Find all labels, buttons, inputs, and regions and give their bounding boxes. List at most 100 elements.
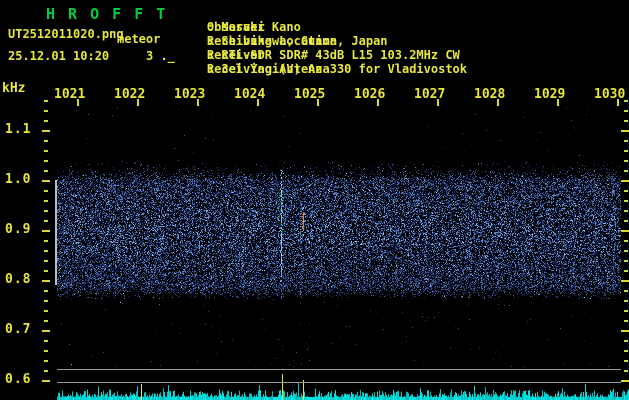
axis-tick <box>624 320 628 322</box>
axis-tick <box>137 99 139 106</box>
filename-label: UT2512011020.png <box>8 27 124 41</box>
axis-tick <box>44 160 48 162</box>
hrofft-screen: H R O F F T UT2512011020.png meteor 25.1… <box>0 0 629 400</box>
axis-tick <box>44 110 48 112</box>
info-row-observer: Observer: Masaki Kano <box>178 6 207 19</box>
axis-tick <box>44 100 48 102</box>
axis-tick <box>557 99 559 106</box>
axis-tick <box>624 260 628 262</box>
axis-tick <box>624 270 628 272</box>
separator-line-lower <box>57 382 621 383</box>
axis-tick <box>42 380 50 382</box>
axis-tick <box>44 150 48 152</box>
info-value: : Shibukawa, Gunma, Japan <box>207 34 388 48</box>
info-value: : RTL-SDR SDR# 43dB L15 103.2MHz CW <box>207 48 460 62</box>
axis-tick <box>44 190 48 192</box>
axis-tick <box>624 200 628 202</box>
info-row-location: Receiving Location: Shibukawa, Gunma, Ja… <box>178 20 207 33</box>
frequency-reference-bar <box>55 180 57 285</box>
x-tick-label: 1030 <box>594 87 625 102</box>
axis-tick <box>42 180 50 182</box>
axis-tick <box>44 340 48 342</box>
axis-tick <box>624 140 628 142</box>
axis-tick <box>624 300 628 302</box>
axis-tick <box>44 250 48 252</box>
axis-tick <box>624 100 628 102</box>
axis-tick <box>497 99 499 106</box>
axis-tick <box>44 140 48 142</box>
axis-tick <box>44 310 48 312</box>
axis-tick <box>624 210 628 212</box>
axis-tick <box>624 220 628 222</box>
info-row-receiver: Receiver: RTL-SDR SDR# 43dB L15 103.2MHz… <box>178 34 207 47</box>
x-tick-label: 1021 <box>54 87 85 102</box>
x-tick-label: 1024 <box>234 87 265 102</box>
x-tick-label: 1027 <box>414 87 445 102</box>
separator-line-upper <box>57 369 621 370</box>
axis-tick <box>42 280 50 282</box>
axis-tick <box>44 120 48 122</box>
axis-tick <box>42 330 50 332</box>
axis-tick <box>44 270 48 272</box>
x-tick-label: 1029 <box>534 87 565 102</box>
datetime-label: 25.12.01 10:20 <box>8 49 109 63</box>
axis-tick <box>77 99 79 106</box>
axis-tick <box>624 110 628 112</box>
axis-tick <box>44 370 48 372</box>
axis-tick <box>624 150 628 152</box>
axis-tick <box>42 130 50 132</box>
axis-tick <box>624 310 628 312</box>
axis-tick <box>44 170 48 172</box>
mode-label: meteor <box>117 32 160 46</box>
axis-tick <box>621 180 629 182</box>
axis-tick <box>624 370 628 372</box>
axis-tick <box>624 190 628 192</box>
y-tick-label: 1.0 <box>5 172 31 187</box>
info-row-antenna: Receiving Antenna: 3el Yagi(V) Az 330 fo… <box>178 48 207 61</box>
axis-tick <box>624 170 628 172</box>
y-tick-label: 0.6 <box>5 372 31 387</box>
x-tick-label: 1023 <box>174 87 205 102</box>
axis-tick <box>44 350 48 352</box>
axis-tick <box>617 99 619 106</box>
app-title: H R O F F T <box>46 5 167 23</box>
x-tick-label: 1026 <box>354 87 385 102</box>
axis-tick <box>44 240 48 242</box>
x-tick-label: 1028 <box>474 87 505 102</box>
axis-tick <box>197 99 199 106</box>
axis-tick <box>621 380 629 382</box>
axis-tick <box>44 210 48 212</box>
axis-tick <box>44 260 48 262</box>
axis-tick <box>44 220 48 222</box>
axis-tick <box>621 230 629 232</box>
axis-tick <box>624 350 628 352</box>
y-tick-label: 0.8 <box>5 272 31 287</box>
x-tick-label: 1022 <box>114 87 145 102</box>
x-tick-label: 1025 <box>294 87 325 102</box>
info-value: : Masaki Kano <box>207 20 301 34</box>
axis-tick <box>624 120 628 122</box>
y-tick-label: 1.1 <box>5 122 31 137</box>
axis-tick <box>621 330 629 332</box>
axis-tick <box>621 280 629 282</box>
axis-tick <box>624 290 628 292</box>
axis-tick <box>621 130 629 132</box>
axis-tick <box>624 240 628 242</box>
echo-counter: 3 ._ <box>146 49 175 63</box>
info-value: : 3el Yagi(V) Az 330 for Vladivostok <box>207 62 467 76</box>
axis-tick <box>377 99 379 106</box>
axis-tick <box>44 290 48 292</box>
axis-tick <box>317 99 319 106</box>
axis-tick <box>624 360 628 362</box>
axis-tick <box>624 340 628 342</box>
freq-axis-unit: kHz <box>2 81 25 96</box>
axis-tick <box>257 99 259 106</box>
axis-tick <box>44 360 48 362</box>
axis-tick <box>44 300 48 302</box>
axis-tick <box>624 250 628 252</box>
axis-tick <box>437 99 439 106</box>
y-tick-label: 0.7 <box>5 322 31 337</box>
axis-tick <box>44 200 48 202</box>
axis-tick <box>624 160 628 162</box>
y-tick-label: 0.9 <box>5 222 31 237</box>
